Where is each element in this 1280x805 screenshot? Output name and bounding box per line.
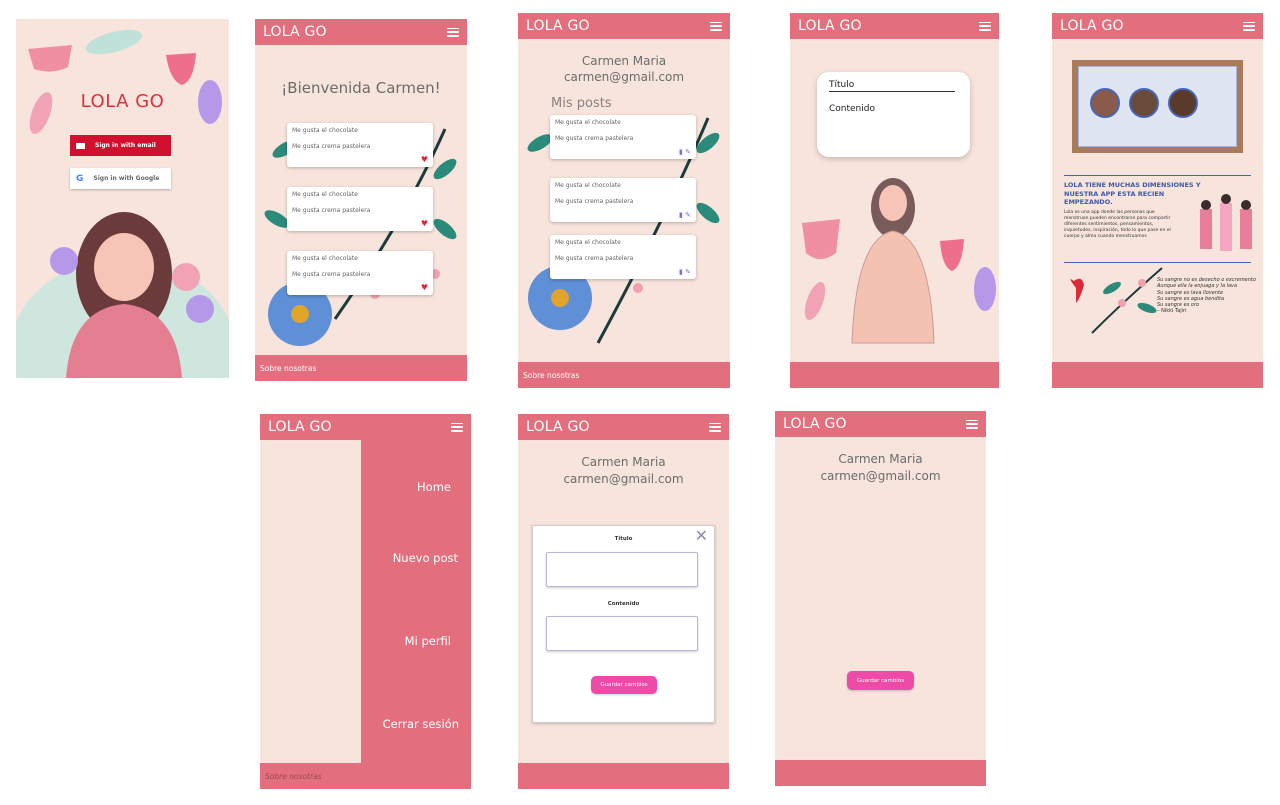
about-screen: LOLA GO LOLA TIENE MUCHAS DIMENSIONES Y … [1052,13,1263,388]
menstrual-cup-icon [166,53,196,85]
post-content: Me gusta crema pastelera [555,198,634,205]
woman-face [879,185,907,221]
save-changes-button[interactable]: Guardar cambios [591,676,657,694]
side-menu-panel: Home Nuevo post Mi perfil Cerrar sesión [361,440,471,763]
edit-empty-footer [775,760,986,786]
sign-in-email-button[interactable]: Sign in with email [70,135,171,156]
sign-in-google-label: Sign in with Google [93,175,160,182]
my-post-card[interactable]: Me gusta el chocolate Me gusta crema pas… [550,235,696,279]
flower-deco-left [50,247,78,275]
menstrual-cup-icon [940,239,964,271]
profile-name: Carmen Maria [581,455,666,469]
login-title: LOLA GO [80,91,165,112]
heart-icon[interactable]: ♥ [421,283,428,292]
post-card[interactable]: Me gusta el chocolate Me gusta crema pas… [287,187,433,231]
edit-actions-icon[interactable]: ▮ ✎ [679,148,691,156]
about-footer [1052,362,1263,388]
welcome-heading: ¡Bienvenida Carmen! [281,79,441,97]
heart-icon[interactable]: ♥ [421,155,428,164]
footer-link[interactable]: Sobre nosotras [260,763,471,789]
brand-title: LOLA GO [268,419,332,435]
google-icon: G [76,173,84,184]
hamburger-menu-icon[interactable] [966,419,978,429]
menu-item-logout[interactable]: Cerrar sesión [383,717,459,731]
hamburger-menu-icon[interactable] [709,422,721,432]
new-post-footer [790,362,999,388]
profile-screen: LOLA GO Carmen Maria carmen@gmail.com Mi… [518,13,730,388]
underwear-icon [802,219,840,259]
login-decor-illustration [16,29,229,378]
edit-empty-topbar: LOLA GO [775,411,986,437]
poem: Su sangre no es desecho o excremento Aun… [1157,277,1257,315]
footer-label: Sobre nosotras [265,771,322,781]
flower-icon [974,267,996,311]
poem-author: – Nikki Tajiri [1157,308,1187,315]
menu-item-profile[interactable]: Mi perfil [405,634,451,648]
post-title: Me gusta el chocolate [292,127,358,134]
edit-post-screen: LOLA GO Carmen Maria carmen@gmail.com ✕ … [518,414,729,789]
menu-screen: LOLA GO Home Nuevo post Mi perfil Cerrar… [260,414,471,789]
post-title: Me gusta el chocolate [292,191,358,198]
edit-actions-icon[interactable]: ▮ ✎ [679,268,691,276]
post-content: Me gusta crema pastelera [292,143,371,150]
title-field[interactable] [546,552,698,587]
post-content: Me gusta crema pastelera [555,135,634,142]
woman-body [851,230,935,344]
post-content: Me gusta crema pastelera [555,255,634,262]
menu-topbar: LOLA GO [260,414,471,440]
sign-in-google-button[interactable]: G Sign in with Google [70,168,171,189]
flower-deco-right2 [186,295,214,323]
footer-link[interactable]: Sobre nosotras [255,355,467,381]
content-field[interactable] [546,616,698,651]
my-posts-heading: Mis posts [551,96,612,111]
woman-illustration [802,178,996,344]
my-post-card[interactable]: Me gusta el chocolate Me gusta crema pas… [550,178,696,222]
heart-icon[interactable]: ♥ [421,219,428,228]
home-screen: LOLA GO ¡Bienvenida Carmen! Me gusta el … [255,19,467,381]
hamburger-menu-icon[interactable] [451,422,463,432]
profile-name: Carmen Maria [838,452,923,466]
brand-title: LOLA GO [526,419,590,435]
tampon-icon [804,282,826,320]
post-title: Me gusta el chocolate [555,119,621,126]
edit-topbar: LOLA GO [518,414,729,440]
edit-footer [518,763,729,789]
login-screen: LOLA GO Sign in with email G Sign in wit… [16,19,229,378]
my-post-card[interactable]: Me gusta el chocolate Me gusta crema pas… [550,115,696,159]
edit-actions-icon[interactable]: ▮ ✎ [679,211,691,219]
profile-email: carmen@gmail.com [563,472,684,486]
heart-branch-illustration [1070,267,1163,334]
new-post-screen: LOLA GO Título Contenido [790,13,999,388]
save-changes-button[interactable]: Guardar cambios [847,671,914,690]
mail-icon [76,142,85,149]
profile-name: Carmen Maria [581,54,667,68]
edit-empty-screen: LOLA GO Carmen Maria carmen@gmail.com Gu… [775,411,986,786]
post-content: Me gusta crema pastelera [292,271,371,278]
underwear-icon [28,45,72,72]
post-card[interactable]: Me gusta el chocolate Me gusta crema pas… [287,251,433,295]
title-label: Título [614,536,633,542]
footer-link[interactable]: Sobre nosotras [518,362,730,388]
profile-email: carmen@gmail.com [563,70,685,84]
post-title: Me gusta el chocolate [555,239,621,246]
post-card[interactable]: Me gusta el chocolate Me gusta crema pas… [287,123,433,167]
profile-email: carmen@gmail.com [820,469,941,483]
post-title: Me gusta el chocolate [555,182,621,189]
menu-item-new-post[interactable]: Nuevo post [393,551,458,565]
girl-face [94,233,154,301]
edit-post-modal: ✕ Título Contenido Guardar cambios [532,525,715,723]
brand-title: LOLA GO [783,416,847,432]
menu-item-home[interactable]: Home [417,480,451,494]
post-title: Me gusta el chocolate [292,255,358,262]
post-content: Me gusta crema pastelera [292,207,371,214]
sign-in-email-label: Sign in with email [95,142,156,149]
pad-icon [85,29,143,55]
flower-deco-right [172,263,200,291]
content-label: Contenido [607,601,640,607]
